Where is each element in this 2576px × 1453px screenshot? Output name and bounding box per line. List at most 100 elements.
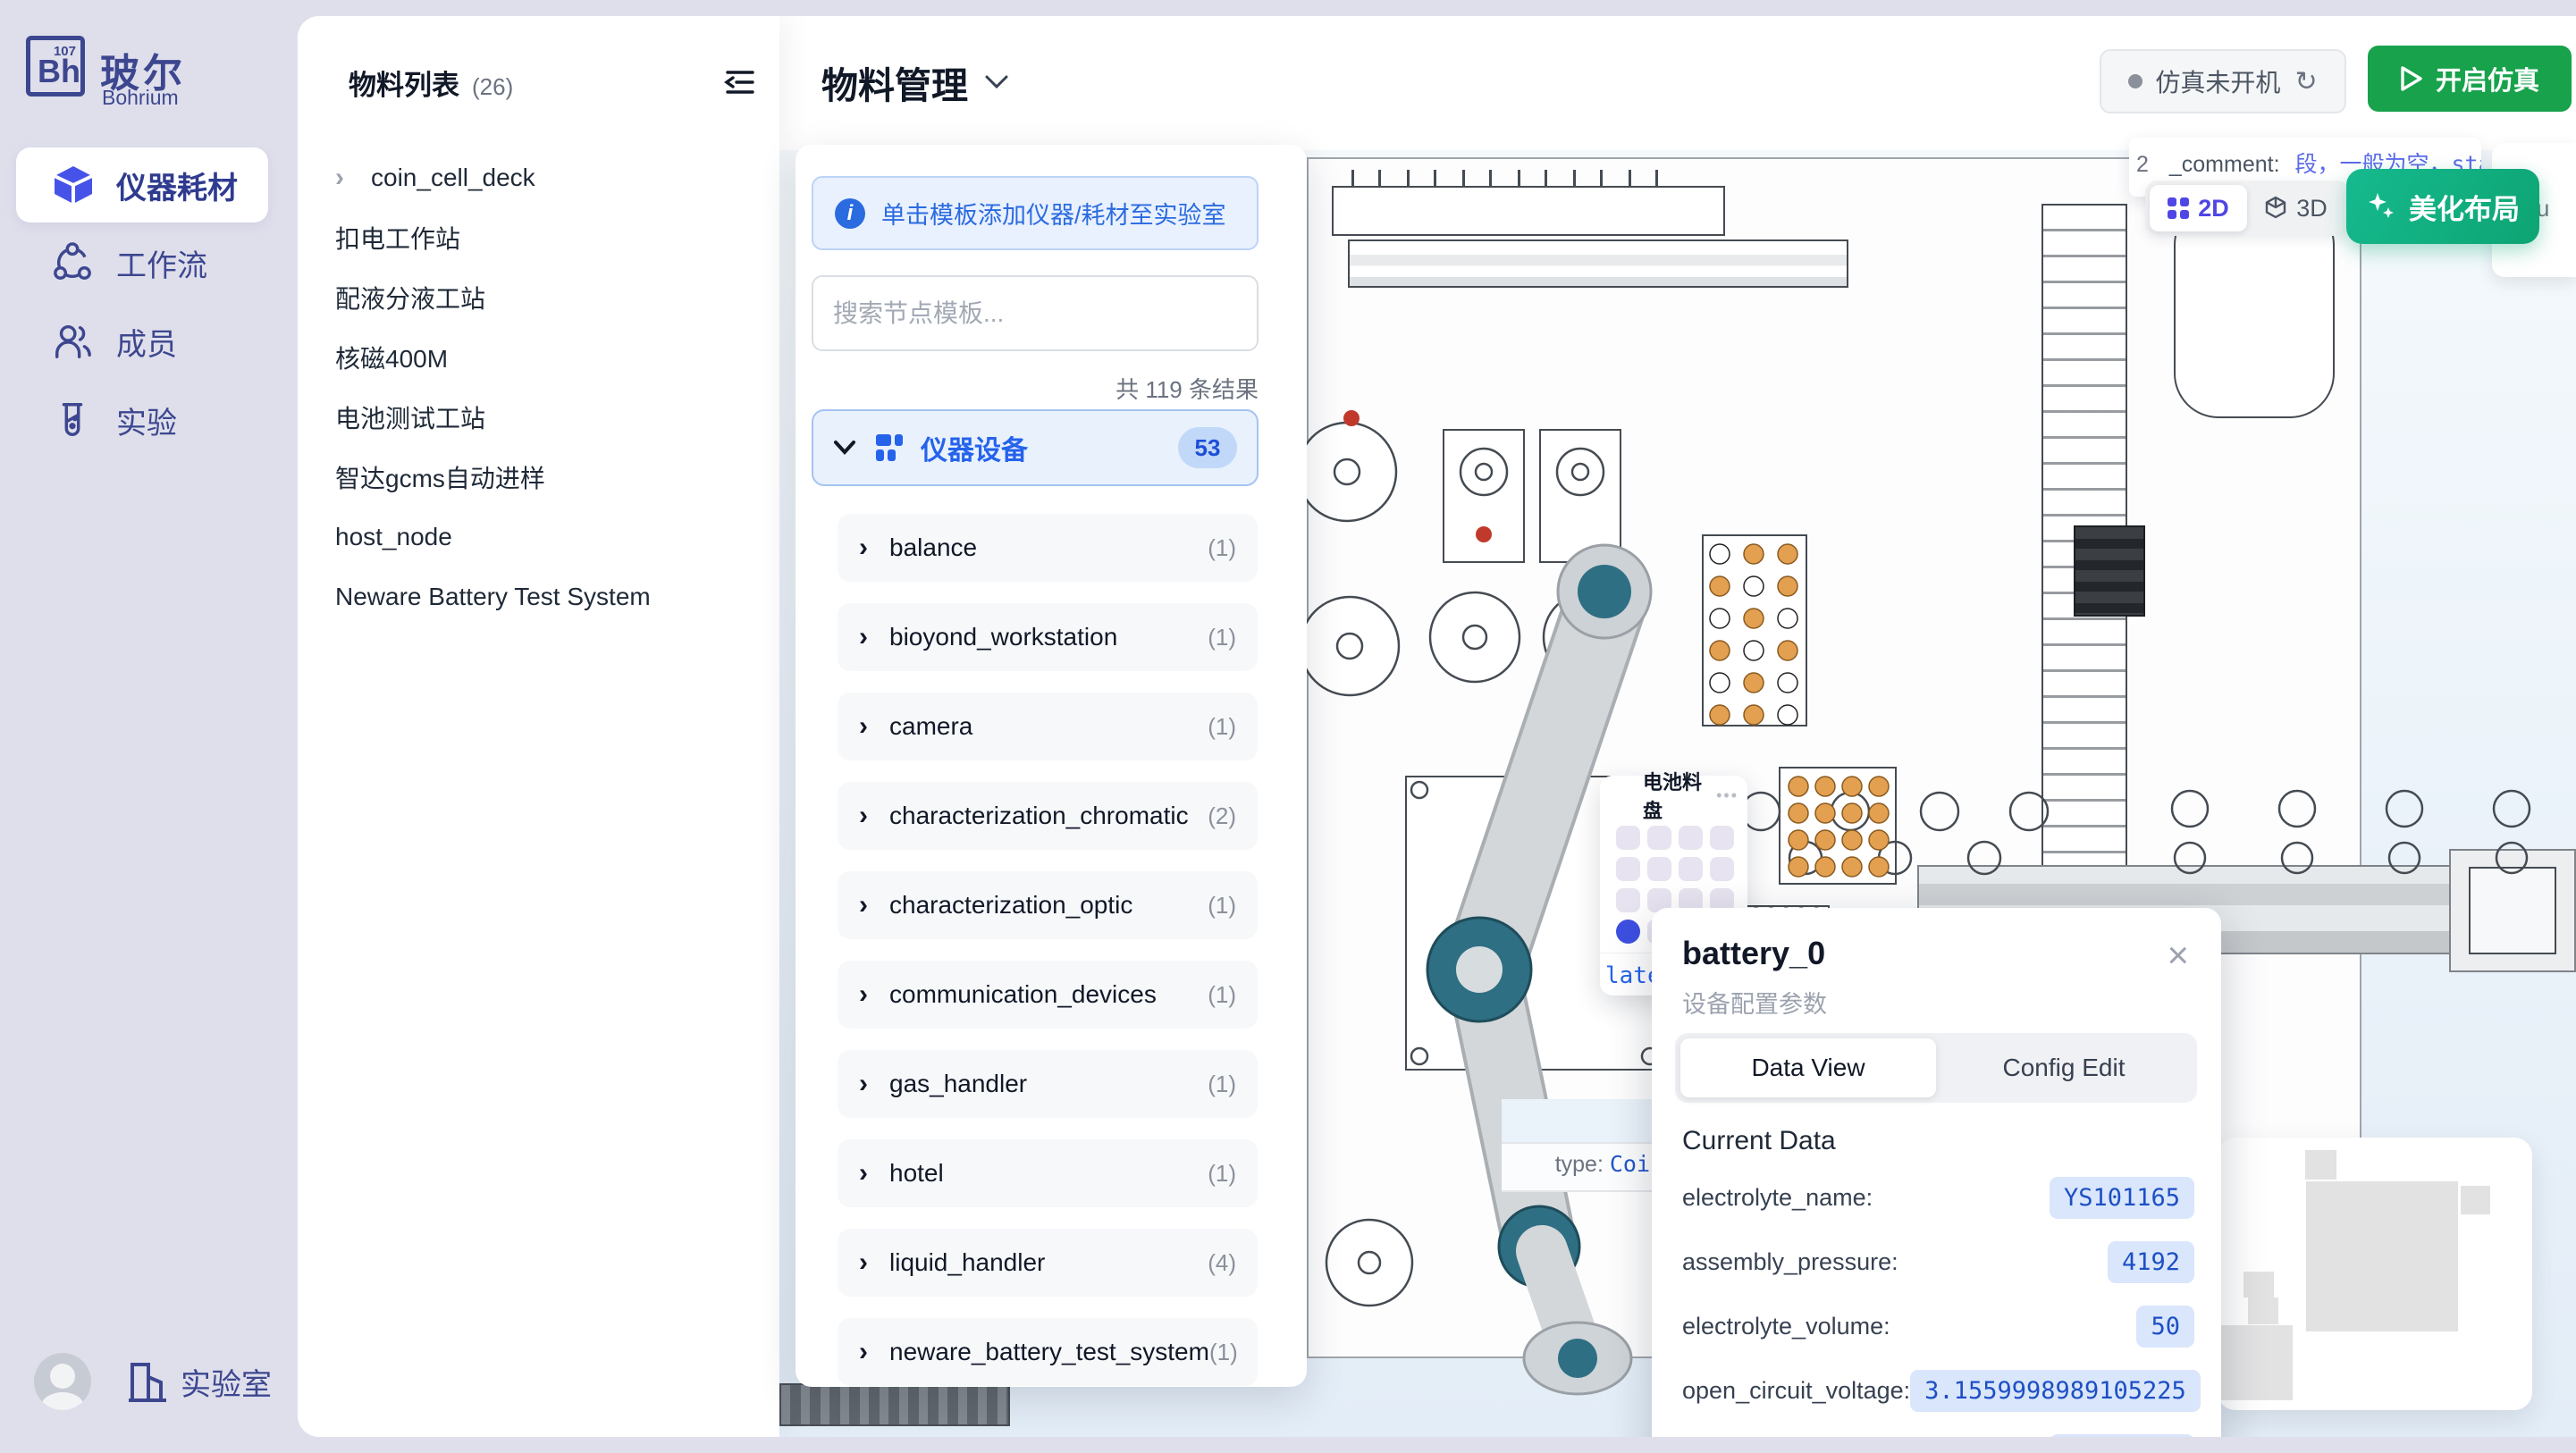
start-simulation-button[interactable]: 开启仿真: [2368, 46, 2572, 112]
chevron-down-icon: [833, 440, 856, 456]
tray-cell[interactable]: [1616, 857, 1640, 881]
refresh-icon[interactable]: ↻: [2294, 66, 2317, 97]
collapse-panel-icon[interactable]: [724, 68, 756, 97]
tray-cell[interactable]: [1710, 857, 1734, 881]
cad-chain-track: [779, 1383, 1010, 1426]
material-item[interactable]: › 核磁400M: [330, 337, 755, 378]
template-item[interactable]: › communication_devices (1): [838, 961, 1258, 1029]
template-item[interactable]: › neware_battery_test_system (1): [838, 1318, 1258, 1386]
cad-panel-a: [1443, 429, 1525, 563]
tray-cell[interactable]: [1616, 920, 1640, 944]
popup-subtitle: 设备配置参数: [1682, 985, 1827, 1020]
sidebar-item-experiments[interactable]: 实验: [0, 382, 298, 458]
cad-top-tabs: [1351, 170, 1673, 188]
minimap[interactable]: [2218, 1138, 2532, 1410]
chevron-right-icon: ›: [335, 163, 371, 193]
template-item[interactable]: › balance (1): [838, 514, 1258, 582]
material-item[interactable]: › 智达gcms自动进样: [330, 457, 755, 498]
data-row: data_electrolyte_code: LG000014: [1682, 1433, 2194, 1437]
cad-orange-plate-2: [1779, 767, 1897, 885]
cad-orange-plate-1: [1702, 534, 1807, 726]
status-label: 仿真未开机: [2155, 63, 2280, 99]
group-label: 仪器设备: [921, 428, 1028, 467]
chevron-right-icon: ›: [859, 890, 868, 920]
popup-title: battery_0: [1682, 935, 1825, 972]
tab-data-view[interactable]: Data View: [1680, 1038, 1936, 1097]
tray-cell[interactable]: [1679, 857, 1703, 881]
template-panel: i 单击模板添加仪器/耗材至实验室 共 119 条结果 仪器设备 53 › ba…: [796, 145, 1307, 1387]
view-3d-button[interactable]: 3D: [2247, 185, 2344, 231]
brand-symbol: Bh: [38, 53, 80, 90]
template-item[interactable]: › hotel (1): [838, 1139, 1258, 1207]
materials-count: (26): [472, 73, 513, 101]
data-key: electrolyte_volume:: [1682, 1313, 1890, 1340]
sidebar-item-label: 实验: [116, 399, 177, 442]
sparkles-icon: [2366, 191, 2396, 222]
cad-rail-carriage-inner: [2469, 867, 2556, 954]
data-row: assembly_pressure: 4192: [1682, 1240, 2194, 1283]
template-hint-text: 单击模板添加仪器/耗材至实验室: [881, 196, 1226, 231]
page-title-dropdown[interactable]: 物料管理: [821, 55, 1009, 109]
cube-3d-icon: [2264, 196, 2287, 221]
template-item[interactable]: › gas_handler (1): [838, 1050, 1258, 1118]
data-value: LG000014: [2050, 1434, 2194, 1438]
user-avatar[interactable]: [34, 1353, 91, 1410]
status-dot: [2128, 74, 2142, 88]
lab-entry[interactable]: 实验室: [127, 1359, 272, 1404]
chevron-right-icon: ›: [859, 1069, 868, 1099]
play-icon: [2400, 65, 2423, 92]
tray-title: 电池料盘: [1643, 767, 1716, 824]
data-row: electrolyte_name: YS101165: [1682, 1176, 2194, 1219]
cad-gantry-carriage: [2074, 525, 2145, 617]
experiment-icon: [52, 399, 93, 441]
tray-cell[interactable]: [1679, 826, 1703, 850]
template-hint-banner: i 单击模板添加仪器/耗材至实验室: [812, 176, 1259, 250]
more-options-icon[interactable]: •••: [1716, 786, 1738, 805]
material-item[interactable]: › 配液分液工站: [330, 277, 755, 318]
start-simulation-label: 开启仿真: [2436, 60, 2539, 97]
tray-cell[interactable]: [1647, 857, 1671, 881]
chevron-right-icon: ›: [859, 622, 868, 652]
data-key: assembly_pressure:: [1682, 1248, 1898, 1276]
material-item[interactable]: › 扣电工作站: [330, 217, 755, 258]
type-key: type:: [1555, 1152, 1604, 1177]
simulation-status[interactable]: 仿真未开机 ↻: [2100, 49, 2346, 113]
info-icon: i: [835, 198, 865, 229]
group-instruments[interactable]: 仪器设备 53: [812, 409, 1259, 486]
tray-cell[interactable]: [1710, 826, 1734, 850]
sidebar-item-label: 成员: [116, 320, 177, 364]
chevron-right-icon: ›: [859, 801, 868, 831]
view-2d-button[interactable]: 2D: [2150, 185, 2247, 231]
beautify-layout-button[interactable]: 美化布局: [2346, 169, 2539, 244]
data-value: 4192: [2108, 1241, 2194, 1283]
result-count: 共 119 条结果: [812, 372, 1259, 405]
data-value: 50: [2136, 1306, 2194, 1348]
data-row: electrolyte_volume: 50: [1682, 1305, 2194, 1348]
template-item[interactable]: › characterization_chromatic (2): [838, 782, 1258, 850]
sidebar-item-workflow[interactable]: 工作流: [0, 225, 298, 300]
material-item[interactable]: › Neware Battery Test System: [330, 576, 755, 617]
lab-entry-label: 实验室: [181, 1360, 272, 1404]
grid-2d-icon: [2168, 197, 2189, 219]
cad-top-assembly: [1332, 186, 1725, 236]
material-item[interactable]: › host_node: [330, 517, 755, 558]
materials-list: › coin_cell_deck › 扣电工作站 › 配液分液工站 › 核磁40…: [330, 157, 755, 636]
popup-tabs: Data View Config Edit: [1675, 1033, 2197, 1103]
tray-cell[interactable]: [1647, 826, 1671, 850]
tab-config-edit[interactable]: Config Edit: [1936, 1038, 2192, 1097]
sidebar-item-members[interactable]: 成员: [0, 304, 298, 379]
close-icon[interactable]: ×: [2167, 936, 2189, 974]
tray-cell[interactable]: [1616, 826, 1640, 850]
type-tooltip-fragment: type: Coi: [1502, 1099, 1655, 1192]
template-item[interactable]: › camera (1): [838, 693, 1258, 760]
template-search-input[interactable]: [812, 275, 1259, 351]
tray-cell[interactable]: [1616, 888, 1640, 912]
sidebar-item-instruments[interactable]: 仪器耗材: [16, 147, 268, 223]
material-item[interactable]: › coin_cell_deck: [330, 157, 755, 198]
material-item[interactable]: › 电池测试工站: [330, 397, 755, 438]
template-item[interactable]: › bioyond_workstation (1): [838, 603, 1258, 671]
cube-icon: [52, 164, 95, 206]
template-item[interactable]: › liquid_handler (4): [838, 1229, 1258, 1297]
tooltip-key: _comment:: [2169, 152, 2280, 177]
template-item[interactable]: › characterization_optic (1): [838, 871, 1258, 939]
